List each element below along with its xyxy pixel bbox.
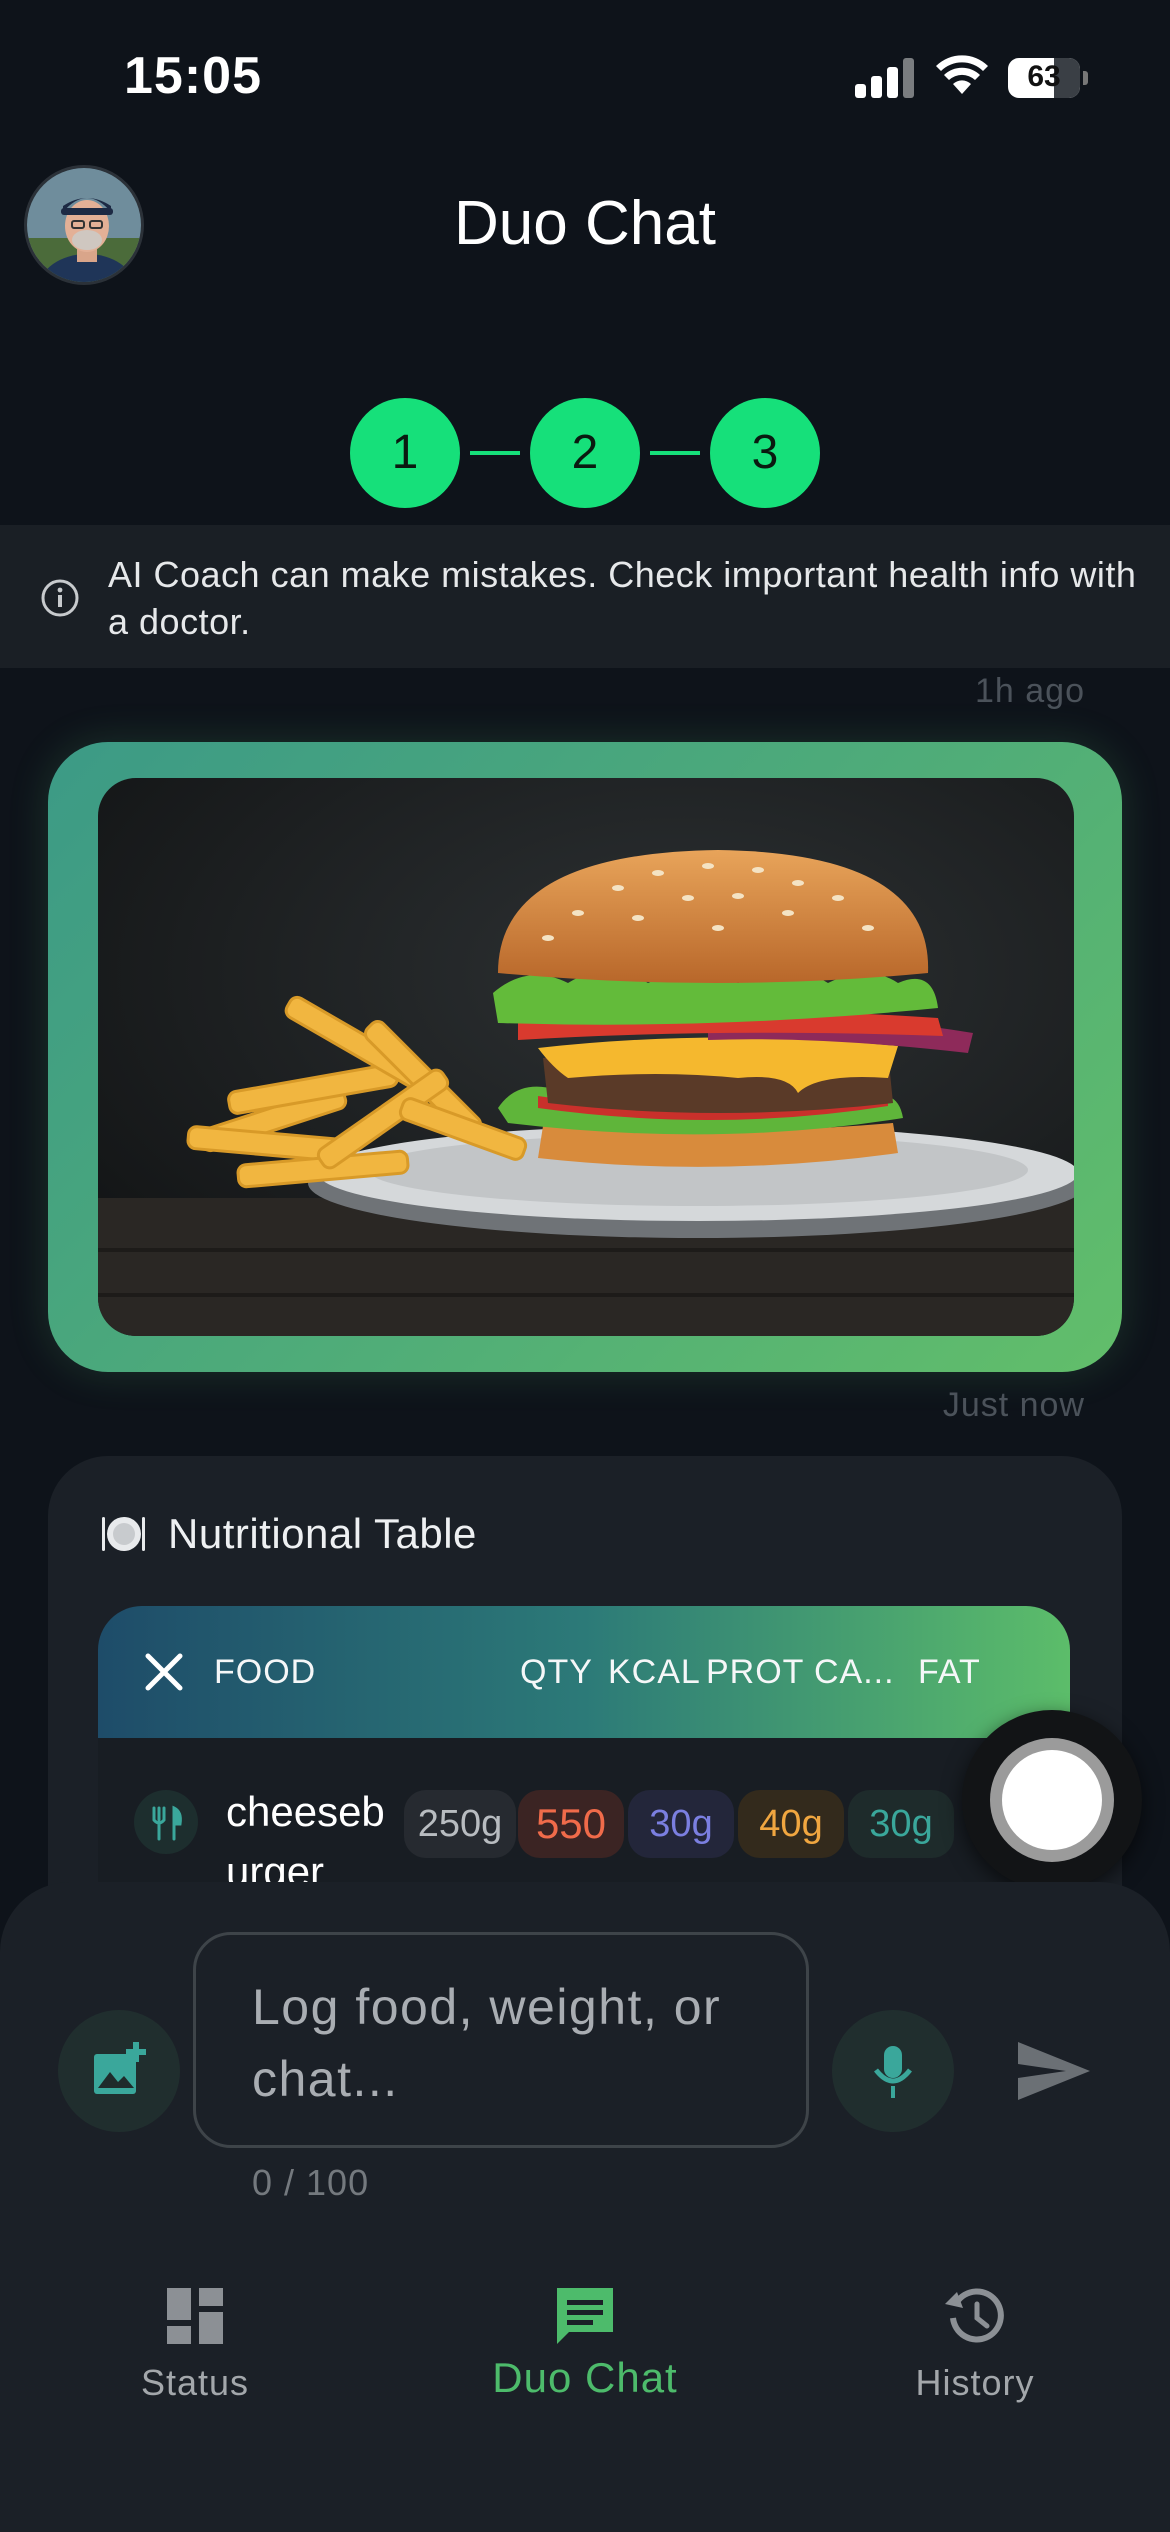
record-button[interactable] — [962, 1710, 1142, 1890]
add-photo-button[interactable] — [58, 2010, 180, 2132]
carbs-value: 40g — [738, 1790, 844, 1858]
cheeseburger-image — [98, 778, 1074, 1336]
nav-item-duo-chat[interactable]: Duo Chat — [435, 2262, 735, 2462]
nav-label-history: History — [915, 2362, 1035, 2403]
column-header-kcal[interactable]: KCAL — [608, 1606, 701, 1738]
history-icon — [945, 2288, 1004, 2343]
kcal-value: 550 — [518, 1790, 624, 1858]
column-header-carbs[interactable]: CA... — [814, 1606, 895, 1738]
wifi-icon — [936, 55, 988, 94]
battery-icon: 63 — [1008, 58, 1088, 98]
cellular-signal-icon — [855, 58, 917, 98]
qty-value: 250g — [404, 1790, 516, 1858]
food-name-line-1: cheeseb — [226, 1788, 385, 1835]
protein-value: 30g — [628, 1790, 734, 1858]
image-message[interactable] — [48, 742, 1122, 1372]
chat-icon — [557, 2288, 613, 2344]
send-button[interactable] — [1008, 2026, 1098, 2116]
dashboard-icon — [167, 2288, 223, 2344]
food-photo[interactable] — [98, 778, 1074, 1336]
message-timestamp: Just now — [942, 1386, 1085, 1424]
disclaimer-banner: AI Coach can make mistakes. Check import… — [0, 525, 1170, 668]
step-connector — [470, 451, 520, 455]
char-counter: 0 / 100 — [252, 2162, 370, 2203]
message-composer: 0 / 100 — [0, 1882, 1170, 2262]
card-title-text: Nutritional Table — [168, 1510, 477, 1557]
column-header-protein[interactable]: PROT — [706, 1606, 804, 1738]
message-timestamp: 1h ago — [975, 672, 1085, 710]
card-title: Nutritional Table — [100, 1504, 477, 1564]
disclaimer-text: AI Coach can make mistakes. Check import… — [108, 554, 1137, 642]
info-icon — [41, 579, 79, 617]
fork-knife-icon — [134, 1790, 198, 1854]
table-header: FOOD QTY KCAL PROT CA... FAT — [98, 1606, 1070, 1738]
screen: 15:05 63 Duo Chat 1 2 3 AI Coach can mak… — [0, 0, 1170, 2532]
battery-level: 63 — [1027, 60, 1061, 93]
step-3[interactable]: 3 — [710, 398, 820, 508]
utensils-icon — [145, 1653, 183, 1691]
step-1[interactable]: 1 — [350, 398, 460, 508]
column-header-qty[interactable]: QTY — [520, 1606, 593, 1738]
bottom-nav: Status Duo Chat History — [0, 2262, 1170, 2532]
record-ring — [990, 1738, 1114, 1862]
status-time: 15:05 — [124, 47, 262, 105]
nav-label-status: Status — [140, 2362, 250, 2403]
plate-icon — [102, 1517, 145, 1551]
column-header-fat[interactable]: FAT — [918, 1606, 981, 1738]
step-connector — [650, 451, 700, 455]
mic-icon — [874, 2046, 912, 2098]
mic-button[interactable] — [832, 2010, 954, 2132]
add-photo-icon — [94, 2042, 146, 2094]
page-title: Duo Chat — [454, 189, 716, 258]
message-input[interactable] — [193, 1932, 809, 2148]
fat-value: 30g — [848, 1790, 954, 1858]
progress-stepper: 1 2 3 — [350, 398, 820, 508]
nav-label-duo-chat: Duo Chat — [492, 2354, 678, 2401]
nav-item-history[interactable]: History — [825, 2262, 1125, 2462]
record-inner — [1002, 1750, 1102, 1850]
nav-item-status[interactable]: Status — [45, 2262, 345, 2462]
column-header-food[interactable]: FOOD — [214, 1606, 316, 1738]
app-header: Duo Chat — [0, 150, 1170, 300]
status-bar: 15:05 63 — [0, 0, 1170, 150]
step-2[interactable]: 2 — [530, 398, 640, 508]
